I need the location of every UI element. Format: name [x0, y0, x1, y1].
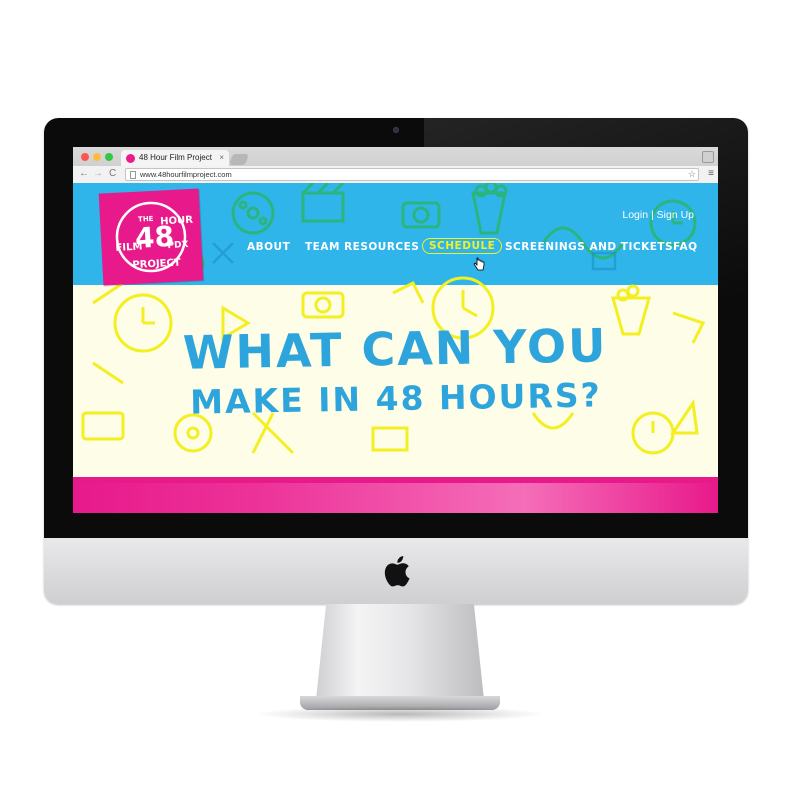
close-window-button[interactable]: [81, 153, 89, 161]
screen: 48 Hour Film Project × ← → C www.48hourf…: [73, 147, 718, 513]
cursor-hand-icon: [473, 257, 485, 271]
browser-menu-icon[interactable]: ≡: [708, 168, 714, 180]
bookmark-star-icon[interactable]: ☆: [688, 169, 696, 180]
page-icon: [130, 171, 136, 179]
film-reel-icon: [231, 191, 275, 235]
back-arrow-icon[interactable]: ←: [79, 168, 89, 180]
web-page: THE 48 HOUR FILM PDX PROJECT Login | Sig…: [73, 183, 718, 513]
login-link[interactable]: Login: [622, 209, 648, 221]
clapperboard-icon: [301, 183, 345, 223]
zoom-window-button[interactable]: [105, 153, 113, 161]
nav-item-faq[interactable]: FAQ: [673, 241, 698, 253]
photo-strip: [73, 483, 718, 513]
auth-links: Login | Sign Up: [622, 209, 694, 221]
nav-item-team-resources[interactable]: TEAM RESOURCES: [305, 241, 419, 253]
clock-icon: [649, 199, 697, 247]
popcorn-icon: [471, 183, 508, 235]
nav-item-about[interactable]: ABOUT: [247, 241, 290, 253]
stand-shadow: [255, 706, 545, 722]
browser-chrome: 48 Hour Film Project × ← → C www.48hourf…: [73, 147, 718, 183]
svg-text:PROJECT: PROJECT: [132, 257, 181, 271]
monitor-chin: [44, 538, 748, 604]
hero-headline: WHAT CAN YOU MAKE IN 48 HOURS?: [73, 317, 718, 426]
svg-text:HOUR: HOUR: [160, 215, 194, 228]
webcam: [393, 127, 399, 133]
film-project-logo-icon: THE 48 HOUR FILM PDX PROJECT: [115, 201, 194, 273]
browser-toolbar: ← → C www.48hourfilmproject.com ☆ ≡: [73, 166, 718, 183]
monitor-stand-neck: [316, 604, 484, 700]
tab-title: 48 Hour Film Project: [139, 153, 212, 162]
new-tab-button[interactable]: [229, 154, 249, 165]
svg-text:PDX: PDX: [167, 240, 189, 251]
tab-close-icon[interactable]: ×: [219, 150, 224, 166]
address-bar[interactable]: www.48hourfilmproject.com ☆: [125, 168, 699, 181]
svg-text:FILM: FILM: [115, 241, 142, 253]
favicon-icon: [126, 154, 135, 163]
forward-arrow-icon[interactable]: →: [93, 168, 103, 180]
browser-tab[interactable]: 48 Hour Film Project ×: [121, 150, 229, 166]
url-text: www.48hourfilmproject.com: [140, 170, 232, 179]
signup-link[interactable]: Sign Up: [657, 209, 694, 221]
auth-separator: |: [648, 209, 657, 221]
site-logo[interactable]: THE 48 HOUR FILM PDX PROJECT: [98, 188, 204, 286]
camera-icon: [401, 201, 441, 229]
nav-item-schedule[interactable]: SCHEDULE: [422, 238, 503, 254]
reload-icon[interactable]: C: [109, 168, 116, 180]
minimize-window-button[interactable]: [93, 153, 101, 161]
nav-item-screenings-and-tickets[interactable]: SCREENINGS AND TICKETS: [505, 241, 673, 253]
headline-line-1: WHAT CAN YOU: [182, 318, 608, 380]
window-menu-button[interactable]: [702, 151, 714, 163]
apple-logo-icon: [384, 556, 410, 587]
